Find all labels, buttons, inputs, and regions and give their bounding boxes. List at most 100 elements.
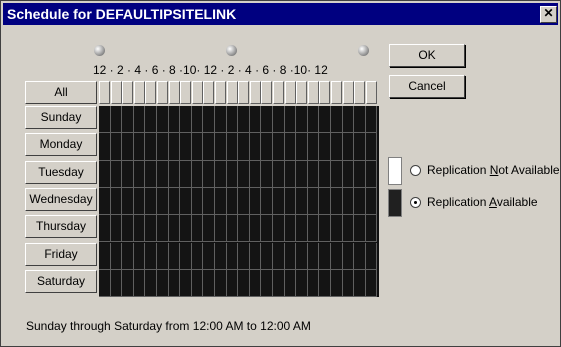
schedule-cell[interactable] <box>110 160 123 188</box>
schedule-cell[interactable] <box>145 187 157 216</box>
schedule-cell[interactable] <box>203 133 215 161</box>
day-button-sunday[interactable]: Sunday <box>25 106 97 129</box>
schedule-cell[interactable] <box>342 187 355 216</box>
schedule-cell[interactable] <box>238 133 250 161</box>
schedule-cell[interactable] <box>249 106 262 134</box>
hour-header-21[interactable] <box>342 81 354 104</box>
schedule-cell[interactable] <box>226 269 239 298</box>
schedule-cell[interactable] <box>319 106 331 134</box>
day-button-tuesday[interactable]: Tuesday <box>25 160 97 184</box>
schedule-cell[interactable] <box>342 269 355 298</box>
schedule-cell[interactable] <box>249 242 262 270</box>
schedule-cell[interactable] <box>238 187 250 216</box>
schedule-cell[interactable] <box>215 133 227 161</box>
schedule-cell[interactable] <box>307 133 320 161</box>
schedule-cell[interactable] <box>110 106 123 134</box>
schedule-cell[interactable] <box>133 242 146 270</box>
schedule-cell[interactable] <box>168 133 181 161</box>
schedule-cell[interactable] <box>99 106 111 134</box>
schedule-cell[interactable] <box>273 106 285 134</box>
schedule-cell[interactable] <box>249 215 262 243</box>
hour-header-19[interactable] <box>319 81 331 104</box>
schedule-cell[interactable] <box>354 133 366 161</box>
hour-header-17[interactable] <box>296 81 308 104</box>
day-button-monday[interactable]: Monday <box>25 133 97 157</box>
schedule-cell[interactable] <box>354 269 366 298</box>
schedule-cell[interactable] <box>180 269 192 298</box>
schedule-cell[interactable] <box>157 160 169 188</box>
schedule-cell[interactable] <box>331 106 343 134</box>
schedule-cell[interactable] <box>319 215 331 243</box>
schedule-cell[interactable] <box>191 133 204 161</box>
schedule-cell[interactable] <box>203 187 215 216</box>
schedule-cell[interactable] <box>354 242 366 270</box>
hour-header-2[interactable] <box>122 81 134 104</box>
schedule-cell[interactable] <box>261 215 273 243</box>
schedule-cell[interactable] <box>203 215 215 243</box>
hour-header-23[interactable] <box>365 81 377 104</box>
schedule-cell[interactable] <box>365 269 378 298</box>
schedule-cell[interactable] <box>296 187 308 216</box>
schedule-cell[interactable] <box>342 106 355 134</box>
schedule-cell[interactable] <box>342 160 355 188</box>
schedule-cell[interactable] <box>296 242 308 270</box>
schedule-cell[interactable] <box>145 160 157 188</box>
schedule-cell[interactable] <box>238 242 250 270</box>
schedule-cell[interactable] <box>99 269 111 298</box>
schedule-cell[interactable] <box>319 133 331 161</box>
schedule-cell[interactable] <box>191 160 204 188</box>
schedule-cell[interactable] <box>354 187 366 216</box>
schedule-cell[interactable] <box>145 215 157 243</box>
schedule-cell[interactable] <box>99 242 111 270</box>
hour-header-0[interactable] <box>99 81 110 104</box>
close-button[interactable]: ✕ <box>540 6 557 23</box>
schedule-cell[interactable] <box>99 160 111 188</box>
hour-header-1[interactable] <box>110 81 122 104</box>
schedule-cell[interactable] <box>168 187 181 216</box>
hour-header-13[interactable] <box>249 81 261 104</box>
schedule-cell[interactable] <box>180 187 192 216</box>
schedule-cell[interactable] <box>331 187 343 216</box>
schedule-cell[interactable] <box>145 269 157 298</box>
radio-not-available[interactable]: Replication Not Available <box>410 163 560 177</box>
schedule-cell[interactable] <box>145 133 157 161</box>
schedule-cell[interactable] <box>215 215 227 243</box>
schedule-cell[interactable] <box>110 215 123 243</box>
schedule-cell[interactable] <box>307 242 320 270</box>
hour-header-11[interactable] <box>226 81 238 104</box>
schedule-cell[interactable] <box>273 269 285 298</box>
schedule-cell[interactable] <box>215 269 227 298</box>
schedule-cell[interactable] <box>145 242 157 270</box>
day-button-friday[interactable]: Friday <box>25 242 97 266</box>
schedule-cell[interactable] <box>191 242 204 270</box>
schedule-cell[interactable] <box>157 215 169 243</box>
schedule-cell[interactable] <box>365 242 378 270</box>
schedule-cell[interactable] <box>284 106 297 134</box>
schedule-cell[interactable] <box>145 106 157 134</box>
schedule-cell[interactable] <box>319 269 331 298</box>
schedule-cell[interactable] <box>110 242 123 270</box>
hour-header-16[interactable] <box>284 81 296 104</box>
schedule-cell[interactable] <box>99 187 111 216</box>
schedule-cell[interactable] <box>215 187 227 216</box>
schedule-cell[interactable] <box>203 160 215 188</box>
schedule-cell[interactable] <box>273 133 285 161</box>
schedule-cell[interactable] <box>331 242 343 270</box>
schedule-cell[interactable] <box>226 242 239 270</box>
schedule-cell[interactable] <box>354 215 366 243</box>
schedule-cell[interactable] <box>296 133 308 161</box>
schedule-cell[interactable] <box>203 242 215 270</box>
schedule-cell[interactable] <box>110 269 123 298</box>
schedule-cell[interactable] <box>133 215 146 243</box>
schedule-cell[interactable] <box>296 269 308 298</box>
schedule-cell[interactable] <box>180 133 192 161</box>
schedule-cell[interactable] <box>215 242 227 270</box>
schedule-cell[interactable] <box>342 215 355 243</box>
schedule-cell[interactable] <box>168 160 181 188</box>
schedule-cell[interactable] <box>180 242 192 270</box>
schedule-cell[interactable] <box>110 187 123 216</box>
schedule-cell[interactable] <box>261 242 273 270</box>
schedule-cell[interactable] <box>122 242 134 270</box>
schedule-cell[interactable] <box>191 106 204 134</box>
schedule-cell[interactable] <box>226 215 239 243</box>
